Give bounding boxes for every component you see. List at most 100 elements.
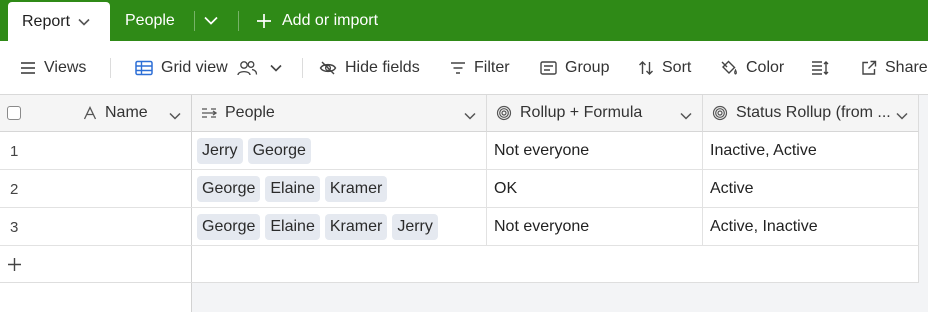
table-row[interactable]: 1: [0, 132, 192, 170]
tab-divider: [238, 11, 239, 31]
row-height-icon: [812, 61, 829, 75]
rollup-icon: [496, 105, 512, 121]
rollup-formula-cell[interactable]: Not everyone: [494, 132, 589, 170]
people-chip: Elaine: [265, 176, 320, 202]
rollup-formula-cell[interactable]: Not everyone: [494, 208, 589, 246]
share-icon: [862, 60, 877, 75]
row-number: 2: [10, 181, 19, 198]
tab-report[interactable]: Report: [8, 2, 110, 41]
grid-icon: [135, 60, 153, 76]
status-rollup-cell[interactable]: Active, Inactive: [710, 208, 818, 246]
column-header-rollup-formula-label: Rollup + Formula: [520, 104, 643, 121]
toolbar-divider: [110, 58, 111, 78]
people-chip: George: [197, 176, 261, 202]
color-button[interactable]: Color: [720, 41, 784, 95]
people-cell[interactable]: Jerry George: [197, 132, 316, 170]
people-cell[interactable]: George Elaine Kramer Jerry: [197, 208, 443, 246]
sort-button[interactable]: Sort: [638, 41, 691, 95]
tab-report-label: Report: [22, 12, 71, 30]
paint-bucket-icon: [721, 60, 737, 75]
column-header-people[interactable]: People: [192, 95, 487, 132]
table-row[interactable]: 3: [0, 208, 192, 246]
chevron-down-icon[interactable]: [464, 107, 476, 125]
plus-icon: [8, 258, 21, 271]
linked-record-icon: [201, 106, 217, 120]
views-label: Views: [44, 59, 87, 76]
chevron-down-icon[interactable]: [78, 18, 90, 26]
row-number: 3: [10, 219, 19, 236]
view-toolbar: Views Grid view Hide fields Filter Group…: [0, 41, 928, 95]
people-chip: George: [247, 138, 311, 164]
select-all-checkbox[interactable]: [7, 106, 21, 120]
column-header-people-label: People: [225, 104, 275, 121]
table-row[interactable]: George Elaine Kramer Jerry Not everyone …: [192, 208, 919, 246]
people-chip: Kramer: [324, 214, 388, 240]
menu-icon: [21, 62, 35, 74]
views-button[interactable]: Views: [20, 41, 86, 95]
column-header-status-rollup[interactable]: Status Rollup (from ...: [703, 95, 919, 132]
people-cell[interactable]: George Elaine Kramer: [197, 170, 392, 208]
tab-divider: [194, 11, 195, 31]
grid-view-button[interactable]: Grid view: [135, 41, 290, 95]
status-rollup-cell[interactable]: Active: [710, 170, 754, 208]
toolbar-divider: [302, 58, 303, 78]
collaborators-icon: [237, 61, 257, 76]
group-button[interactable]: Group: [540, 41, 609, 95]
people-chip: Jerry: [392, 214, 438, 240]
text-field-icon: [83, 106, 97, 120]
chevron-down-icon[interactable]: [896, 107, 908, 125]
color-label: Color: [746, 59, 785, 76]
column-header-name-label: Name: [105, 104, 148, 121]
filter-icon: [451, 62, 465, 74]
add-record-row[interactable]: [192, 246, 919, 283]
group-label: Group: [565, 59, 610, 76]
hide-fields-button[interactable]: Hide fields: [319, 41, 420, 95]
add-or-import-label: Add or import: [282, 11, 379, 29]
share-button[interactable]: Share: [861, 41, 928, 95]
filter-label: Filter: [474, 59, 510, 76]
cell-divider: [702, 170, 703, 208]
table-row[interactable]: Jerry George Not everyone Inactive, Acti…: [192, 132, 919, 170]
cell-divider: [702, 132, 703, 170]
chevron-down-icon: [270, 64, 282, 72]
people-chip: Kramer: [324, 176, 388, 202]
cell-divider: [702, 208, 703, 246]
add-or-import-button[interactable]: Add or import: [256, 0, 378, 41]
more-tables-button[interactable]: [204, 0, 218, 41]
primary-column: 1 2 3: [0, 132, 192, 312]
share-label: Share: [885, 59, 928, 76]
records-grid: Name People Rollup + Formula Status Roll…: [0, 95, 928, 312]
scroll-area: Jerry George Not everyone Inactive, Acti…: [192, 132, 928, 312]
people-chip: Jerry: [197, 138, 243, 164]
cell-divider: [486, 132, 487, 170]
table-row[interactable]: George Elaine Kramer OK Active: [192, 170, 919, 208]
cell-divider: [486, 208, 487, 246]
status-rollup-cell[interactable]: Inactive, Active: [710, 132, 817, 170]
eye-off-icon: [319, 61, 337, 75]
grid-view-label: Grid view: [161, 59, 228, 76]
sort-label: Sort: [662, 59, 692, 76]
chevron-down-icon: [204, 12, 218, 30]
people-chip: George: [197, 214, 261, 240]
column-header-name-title: Name: [83, 104, 148, 122]
group-icon: [540, 61, 557, 75]
rollup-formula-cell[interactable]: OK: [494, 170, 517, 208]
sort-icon: [639, 61, 653, 75]
chevron-down-icon[interactable]: [680, 107, 692, 125]
column-header-status-rollup-label: Status Rollup (from ...: [736, 104, 891, 121]
filter-button[interactable]: Filter: [450, 41, 510, 95]
add-record-button[interactable]: [0, 246, 192, 283]
table-row[interactable]: 2: [0, 170, 192, 208]
row-height-button[interactable]: [811, 41, 837, 95]
cell-divider: [486, 170, 487, 208]
table-tab-bar: Report People Add or import: [0, 0, 928, 41]
column-header-name[interactable]: Name: [0, 95, 192, 132]
plus-icon: [257, 13, 271, 28]
chevron-down-icon[interactable]: [169, 107, 181, 125]
tab-people[interactable]: People: [125, 0, 175, 41]
tab-people-label: People: [125, 11, 175, 29]
column-header-rollup-formula[interactable]: Rollup + Formula: [487, 95, 703, 132]
people-chip: Elaine: [265, 214, 320, 240]
rollup-icon: [712, 105, 728, 121]
row-number: 1: [10, 143, 19, 160]
